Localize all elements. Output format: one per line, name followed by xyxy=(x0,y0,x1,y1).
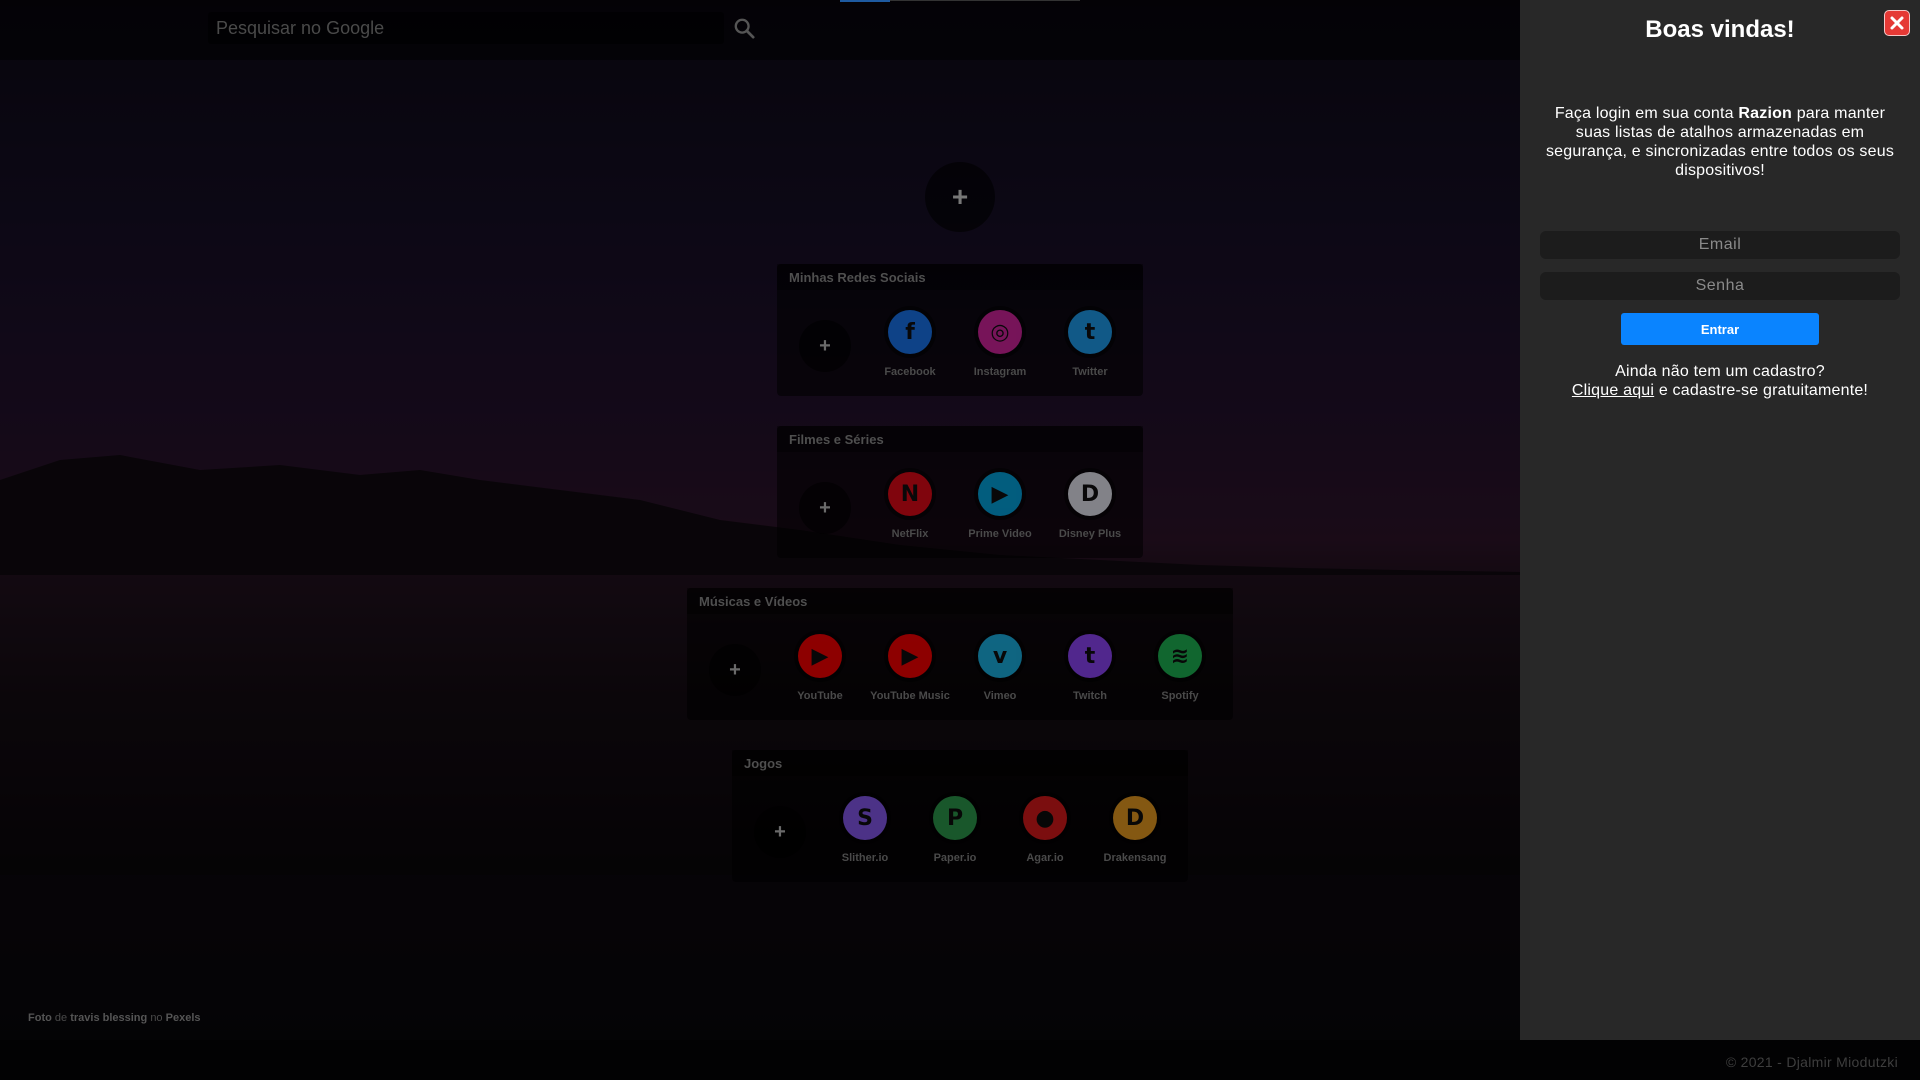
group-musicas-e-videos: Músicas e Vídeos + ▶ YouTube ▶ YouTube M… xyxy=(687,588,1233,720)
group-minhas-redes-sociais: Minhas Redes Sociais + f Facebook ◎ Inst… xyxy=(777,264,1143,396)
shortcut-prime-video[interactable]: ▶ Prime Video xyxy=(955,468,1045,540)
email-field[interactable] xyxy=(1540,231,1900,259)
signup-question: Ainda não tem um cadastro? xyxy=(1615,363,1825,380)
shortcut-label: Disney Plus xyxy=(1058,528,1122,540)
credit-no: no xyxy=(150,1012,163,1024)
instagram-icon: ◎ xyxy=(978,310,1022,354)
credit-prefix: Foto xyxy=(28,1012,52,1024)
group-title: Minhas Redes Sociais xyxy=(777,264,1143,290)
netflix-icon: N xyxy=(888,472,932,516)
shortcut-label: Prime Video xyxy=(968,528,1032,540)
signup-prompt: Ainda não tem um cadastro? Clique aqui e… xyxy=(1530,362,1910,400)
add-shortcut-button[interactable]: + xyxy=(799,320,851,372)
youtube-icon: ▶ xyxy=(798,634,842,678)
add-group-button[interactable]: + xyxy=(925,162,995,232)
credit-site-link[interactable]: Pexels xyxy=(166,1012,201,1024)
spotify-icon: ≋ xyxy=(1158,634,1202,678)
shortcut-instagram[interactable]: ◎ Instagram xyxy=(955,306,1045,378)
footer-bar xyxy=(0,1040,1920,1080)
search-icon xyxy=(734,18,755,39)
group-filmes-e-series: Filmes e Séries + N NetFlix ▶ Prime Vide… xyxy=(777,426,1143,558)
login-button[interactable]: Entrar xyxy=(1621,313,1819,345)
shortcut-youtube-music[interactable]: ▶ YouTube Music xyxy=(865,630,955,702)
shortcut-label: NetFlix xyxy=(891,528,929,540)
shortcut-label: Slither.io xyxy=(841,852,889,864)
shortcut-netflix[interactable]: N NetFlix xyxy=(865,468,955,540)
agar-io-icon: ● xyxy=(1023,796,1067,840)
panel-title: Boas vindas! xyxy=(1645,16,1795,43)
vimeo-icon: v xyxy=(978,634,1022,678)
close-icon xyxy=(1890,16,1904,30)
signup-rest: e cadastre-se gratuitamente! xyxy=(1654,382,1869,399)
search-input[interactable] xyxy=(208,12,724,44)
group-title: Filmes e Séries xyxy=(777,426,1143,452)
shortcut-label: YouTube xyxy=(797,690,843,702)
group-title: Músicas e Vídeos xyxy=(687,588,1233,614)
paper-io-icon: P xyxy=(933,796,977,840)
twitch-icon: t xyxy=(1068,634,1112,678)
shortcut-vimeo[interactable]: v Vimeo xyxy=(955,630,1045,702)
facebook-icon: f xyxy=(888,310,932,354)
close-button[interactable] xyxy=(1884,10,1910,36)
add-shortcut-button[interactable]: + xyxy=(799,482,851,534)
shortcut-label: YouTube Music xyxy=(870,690,950,702)
group-jogos: Jogos + S Slither.io P Paper.io ● Agar.i… xyxy=(732,750,1188,882)
shortcut-label: Twitch xyxy=(1072,690,1107,702)
twitter-icon: t xyxy=(1068,310,1112,354)
shortcut-label: Agar.io xyxy=(1026,852,1064,864)
add-shortcut-button[interactable]: + xyxy=(754,806,806,858)
brand-name: Razion xyxy=(1738,105,1793,122)
shortcut-label: Instagram xyxy=(973,366,1027,378)
top-bar xyxy=(0,0,1520,60)
shortcut-youtube[interactable]: ▶ YouTube xyxy=(775,630,865,702)
signup-link[interactable]: Clique aqui xyxy=(1572,382,1654,399)
group-title: Jogos xyxy=(732,750,1188,776)
shortcut-disney-plus[interactable]: D Disney Plus xyxy=(1045,468,1135,540)
shortcut-slither-io[interactable]: S Slither.io xyxy=(820,792,910,864)
password-field[interactable] xyxy=(1540,272,1900,300)
shortcut-drakensang[interactable]: D Drakensang xyxy=(1090,792,1180,864)
tab-indicator-active xyxy=(840,0,890,2)
login-intro: Faça login em sua conta Razion para mant… xyxy=(1538,104,1902,180)
add-shortcut-button[interactable]: + xyxy=(709,644,761,696)
shortcut-label: Twitter xyxy=(1072,366,1108,378)
search-button[interactable] xyxy=(724,12,764,44)
intro-before: Faça login em sua conta xyxy=(1554,105,1739,122)
drakensang-icon: D xyxy=(1113,796,1157,840)
credit-de: de xyxy=(54,1012,68,1024)
shortcut-twitch[interactable]: t Twitch xyxy=(1045,630,1135,702)
copyright: © 2021 - Djalmir Miodutzki xyxy=(1725,1054,1898,1070)
shortcut-twitter[interactable]: t Twitter xyxy=(1045,306,1135,378)
credit-author-link[interactable]: travis blessing xyxy=(70,1012,147,1024)
shortcut-spotify[interactable]: ≋ Spotify xyxy=(1135,630,1225,702)
shortcut-paper-io[interactable]: P Paper.io xyxy=(910,792,1000,864)
shortcut-facebook[interactable]: f Facebook xyxy=(865,306,955,378)
youtube-music-icon: ▶ xyxy=(888,634,932,678)
photo-credit: Foto de travis blessing no Pexels xyxy=(28,1012,201,1024)
search-bar xyxy=(208,12,768,44)
shortcut-label: Drakensang xyxy=(1103,852,1167,864)
shortcut-label: Vimeo xyxy=(983,690,1017,702)
tab-indicator-track xyxy=(890,0,1080,1)
shortcut-label: Spotify xyxy=(1161,690,1199,702)
shortcut-label: Paper.io xyxy=(933,852,977,864)
disney-plus-icon: D xyxy=(1068,472,1112,516)
prime-video-icon: ▶ xyxy=(978,472,1022,516)
slither-io-icon: S xyxy=(843,796,887,840)
shortcut-agar-io[interactable]: ● Agar.io xyxy=(1000,792,1090,864)
shortcut-label: Facebook xyxy=(884,366,936,378)
login-panel: Boas vindas! Faça login em sua conta Raz… xyxy=(1520,0,1920,1040)
